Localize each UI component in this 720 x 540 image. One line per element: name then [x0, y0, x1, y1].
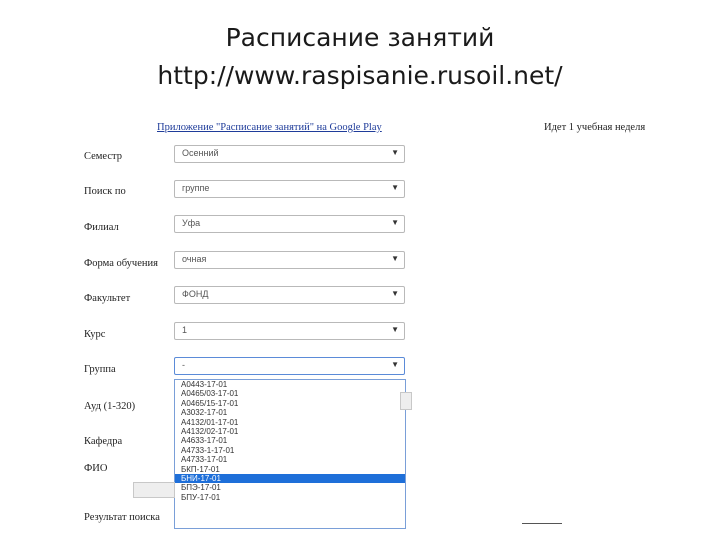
chevron-down-icon: ▼ — [391, 360, 399, 369]
group-option[interactable]: А4633-17-01 — [175, 436, 405, 445]
department-label: Кафедра — [84, 436, 123, 447]
slide-title-line-2: http://www.raspisanie.rusoil.net/ — [157, 61, 563, 90]
chevron-down-icon: ▼ — [391, 325, 399, 334]
auditorium-input[interactable] — [400, 392, 412, 410]
group-option[interactable]: БНИ-17-01 — [175, 473, 405, 484]
semester-label: Семестр — [84, 151, 122, 162]
semester-value: Осенний — [182, 148, 219, 158]
chevron-down-icon: ▼ — [391, 218, 399, 227]
search-by-select[interactable]: группе ▼ — [174, 180, 405, 198]
group-option[interactable]: А0465/03-17-01 — [175, 389, 405, 398]
group-option[interactable]: А4733-1-17-01 — [175, 446, 405, 455]
result-divider — [522, 523, 562, 524]
chevron-down-icon: ▼ — [391, 148, 399, 157]
group-option[interactable]: БКП-17-01 — [175, 465, 405, 474]
faculty-value: ФОНД — [182, 289, 209, 299]
result-label: Результат поиска — [84, 512, 160, 523]
group-option[interactable]: БПЭ-17-01 — [175, 483, 405, 492]
branch-label: Филиал — [84, 222, 119, 233]
group-option[interactable]: А4733-17-01 — [175, 455, 405, 464]
branch-select[interactable]: Уфа ▼ — [174, 215, 405, 233]
group-option[interactable]: А3032-17-01 — [175, 408, 405, 417]
course-select[interactable]: 1 ▼ — [174, 322, 405, 340]
group-value: - — [182, 360, 185, 370]
course-label: Курс — [84, 329, 106, 340]
app-store-link[interactable]: Приложение "Расписание занятий" на Googl… — [157, 122, 382, 133]
auditorium-label: Ауд (1-320) — [84, 401, 136, 412]
search-button[interactable] — [133, 482, 175, 498]
group-select[interactable]: - ▼ — [174, 357, 405, 375]
chevron-down-icon: ▼ — [391, 289, 399, 298]
course-value: 1 — [182, 325, 188, 335]
faculty-label: Факультет — [84, 293, 131, 304]
semester-select[interactable]: Осенний ▼ — [174, 145, 405, 163]
search-by-value: группе — [182, 183, 210, 193]
faculty-select[interactable]: ФОНД ▼ — [174, 286, 405, 304]
group-option[interactable]: А0443-17-01 — [175, 380, 405, 389]
chevron-down-icon: ▼ — [391, 254, 399, 263]
study-form-select[interactable]: очная ▼ — [174, 251, 405, 269]
current-week-text: Идет 1 учебная неделя — [544, 122, 646, 133]
study-form-value: очная — [182, 254, 207, 264]
group-label: Группа — [84, 364, 116, 375]
slide-title-line-1: Расписание занятий — [225, 23, 495, 52]
search-by-label: Поиск по — [84, 186, 126, 197]
group-option[interactable]: А4132/01-17-01 — [175, 418, 405, 427]
group-option[interactable]: А0465/15-17-01 — [175, 399, 405, 408]
group-options-list[interactable]: А0443-17-01 А0465/03-17-01 А0465/15-17-01 А… — [174, 379, 406, 529]
group-option[interactable]: БПУ-17-01 — [175, 493, 405, 502]
branch-value: Уфа — [182, 218, 201, 228]
chevron-down-icon: ▼ — [391, 183, 399, 192]
fio-label: ФИО — [84, 463, 108, 474]
study-form-label: Форма обучения — [84, 258, 158, 269]
group-option[interactable]: А4132/02-17-01 — [175, 427, 405, 436]
